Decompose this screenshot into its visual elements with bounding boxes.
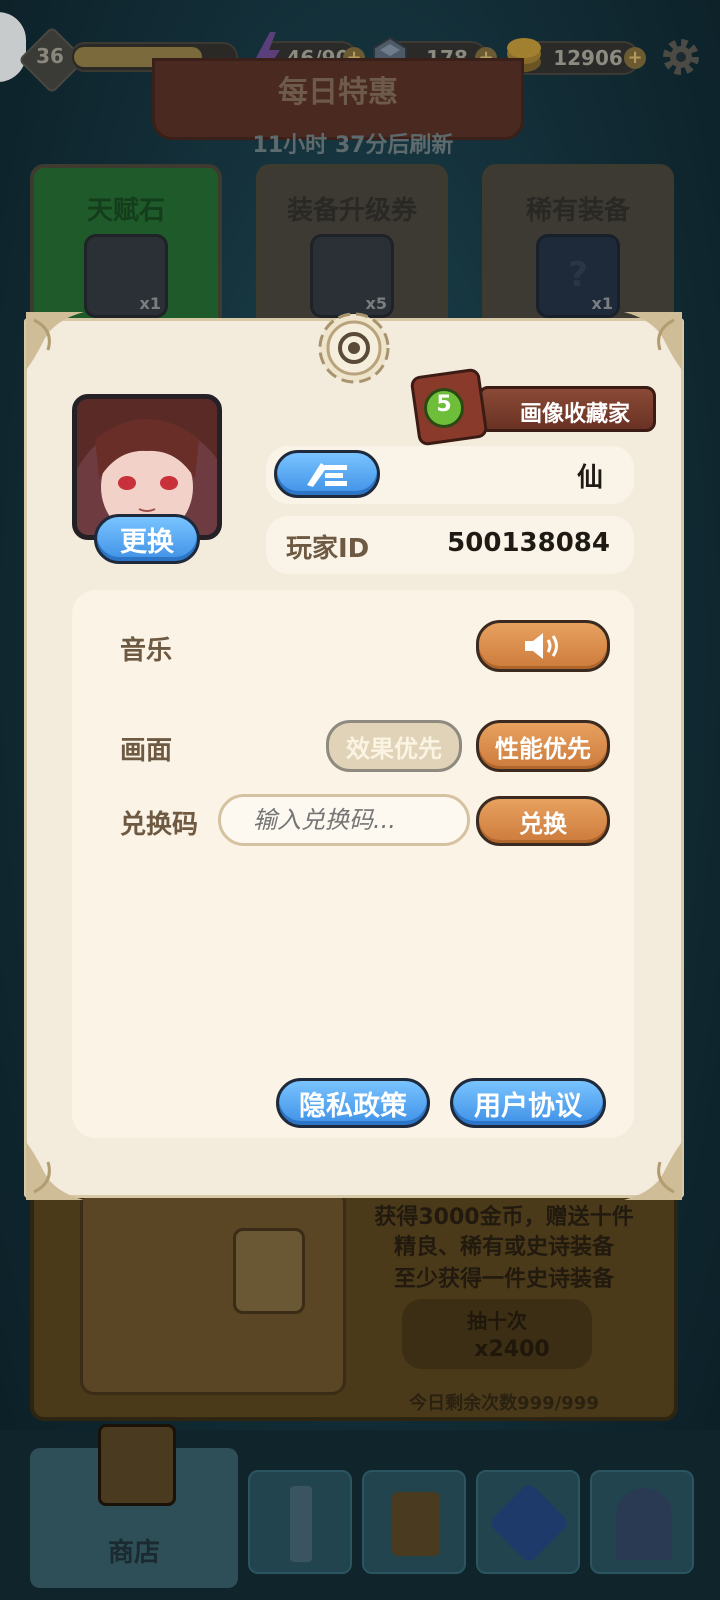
nav-temple[interactable] <box>590 1470 694 1574</box>
draw-cost: x2400 <box>474 1337 550 1362</box>
lock-icon <box>233 1228 305 1314</box>
title-badge[interactable]: 画像收藏家 <box>478 386 656 432</box>
badge-level: 5 <box>436 392 452 417</box>
speaker-icon <box>525 633 558 659</box>
corner-ornament-tl <box>26 312 84 370</box>
remaining-count: 今日剩余次数999/999 <box>409 1393 599 1414</box>
edit-icon <box>307 463 347 487</box>
coin-plus-button[interactable]: + <box>624 47 646 69</box>
talent-stone-icon: x1 <box>84 234 168 318</box>
chest-desc-3: 至少获得一件史诗装备 <box>393 1267 614 1292</box>
corner-ornament-tr <box>624 312 682 370</box>
nav-armor[interactable] <box>362 1470 466 1574</box>
player-name: 仙 <box>576 463 603 493</box>
settings-box <box>72 590 634 1138</box>
redeem-code-input[interactable] <box>218 794 470 846</box>
qty: x1 <box>591 294 613 313</box>
draw-ten-button[interactable]: 抽十次 x2400 <box>402 1299 592 1369</box>
nav-talent[interactable] <box>476 1470 580 1574</box>
graphics-label: 画面 <box>120 736 173 766</box>
user-agreement-button[interactable]: 用户协议 <box>450 1078 606 1128</box>
level-number: 36 <box>36 44 64 68</box>
graphics-performance-option[interactable]: 性能优先 <box>476 720 610 772</box>
nav-sword[interactable] <box>248 1470 352 1574</box>
change-avatar-button[interactable]: 更换 <box>94 514 200 564</box>
gear-icon[interactable] <box>660 36 702 78</box>
graphics-quality-option[interactable]: 效果优先 <box>326 720 462 772</box>
question-mark: ? <box>568 255 588 295</box>
card-title: 天赋石 <box>86 196 165 226</box>
sword-icon <box>290 1486 312 1562</box>
refresh-timer: 11小时 37分后刷新 <box>252 133 454 158</box>
edit-name-button[interactable] <box>274 450 380 498</box>
question-mark-icon: ? x1 <box>536 234 620 318</box>
chest-desc-2: 精良、稀有或史诗装备 <box>393 1235 614 1260</box>
nav-shop-label: 商店 <box>107 1538 160 1568</box>
chest-image <box>80 1189 346 1395</box>
badge-title: 画像收藏家 <box>519 402 630 427</box>
corner-ornament-bl <box>26 1142 84 1200</box>
chest-card: 获得3000金币，赠送十件 精良、稀有或史诗装备 至少获得一件史诗装备 抽十次 … <box>30 1185 678 1421</box>
card-title: 稀有装备 <box>525 196 630 226</box>
privacy-policy-button[interactable]: 隐私政策 <box>276 1078 430 1128</box>
nav-shop[interactable]: 商店 <box>30 1424 238 1588</box>
shop-chest-icon <box>98 1424 176 1506</box>
draw-label: 抽十次 <box>467 1309 527 1333</box>
temple-icon <box>616 1488 672 1560</box>
corner-ornament-br <box>624 1142 682 1200</box>
settings-gear-icon <box>318 312 390 384</box>
player-id-value[interactable]: 500138084 <box>440 528 610 558</box>
chest-desc-1: 获得3000金币，赠送十件 <box>374 1205 634 1230</box>
music-toggle-button[interactable] <box>476 620 610 672</box>
music-label: 音乐 <box>120 636 173 666</box>
card-title: 装备升级券 <box>286 196 417 226</box>
banner-title: 每日特惠 <box>278 75 398 110</box>
redeem-button[interactable]: 兑换 <box>476 796 610 846</box>
redeem-label: 兑换码 <box>120 810 199 840</box>
coin-value: 12906 <box>553 46 623 70</box>
talent-icon <box>487 1481 571 1565</box>
player-id-label: 玩家ID <box>286 534 370 564</box>
qty: x1 <box>139 294 161 313</box>
armor-icon <box>392 1492 440 1556</box>
